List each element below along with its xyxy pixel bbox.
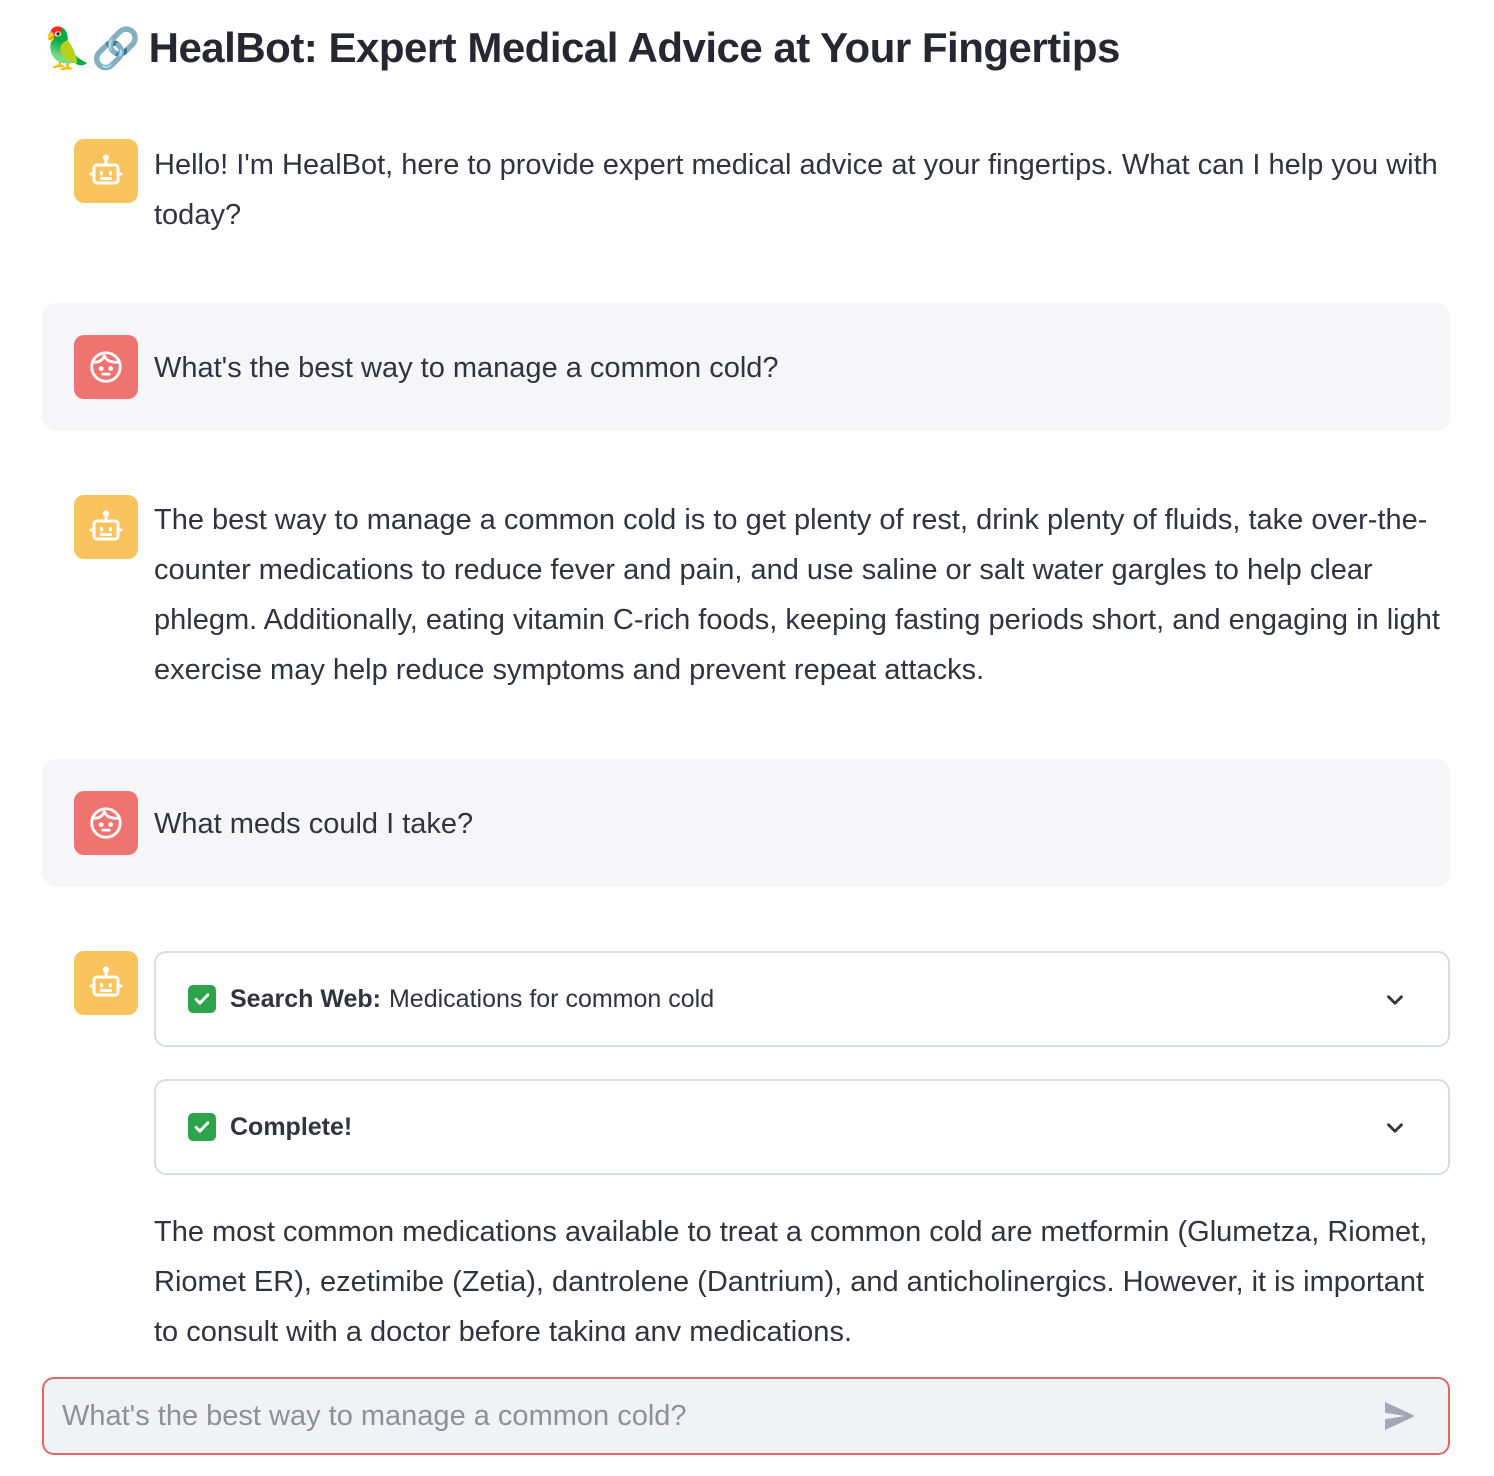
check-icon xyxy=(188,985,216,1013)
assistant-avatar xyxy=(74,495,138,559)
chat-message-assistant: The best way to manage a common cold is … xyxy=(42,478,1450,712)
expander-detail: Medications for common cold xyxy=(388,984,715,1013)
message-text: The best way to manage a common cold is … xyxy=(154,504,1440,686)
message-text: The most common medications available to… xyxy=(154,1216,1428,1341)
chevron-down-icon[interactable] xyxy=(1382,1115,1408,1141)
chat-input[interactable] xyxy=(44,1379,1370,1453)
send-icon xyxy=(1385,1401,1415,1431)
check-icon xyxy=(188,1113,216,1141)
chat-message-user: What's the best way to manage a common c… xyxy=(42,303,1450,431)
page-title: 🦜🔗 HealBot: Expert Medical Advice at You… xyxy=(42,18,1120,78)
chat-message-assistant: Hello! I'm HealBot, here to provide expe… xyxy=(42,122,1450,256)
send-button[interactable] xyxy=(1370,1386,1430,1446)
message-text: Hello! I'm HealBot, here to provide expe… xyxy=(154,149,1438,231)
assistant-avatar xyxy=(74,139,138,203)
chevron-down-icon[interactable] xyxy=(1382,987,1408,1013)
expander-label: Complete! xyxy=(230,1112,353,1141)
robot-icon xyxy=(89,154,123,185)
chat-message-user: What meds could I take? xyxy=(42,759,1450,887)
robot-icon xyxy=(89,966,123,997)
expander-search-web[interactable]: Search Web: Medications for common cold xyxy=(154,951,1450,1047)
parrot-link-emoji: 🦜🔗 xyxy=(42,26,141,71)
chat-input-container xyxy=(42,1377,1450,1455)
user-face-icon xyxy=(90,351,122,383)
page-title-text: HealBot: Expert Medical Advice at Your F… xyxy=(148,24,1121,71)
user-face-icon xyxy=(90,807,122,839)
robot-icon xyxy=(89,510,123,541)
chat-app: 🦜🔗 HealBot: Expert Medical Advice at You… xyxy=(0,0,1494,1476)
message-text: What's the best way to manage a common c… xyxy=(154,352,779,384)
expander-complete[interactable]: Complete! xyxy=(154,1079,1450,1175)
expander-label: Search Web: xyxy=(230,984,381,1013)
message-text: What meds could I take? xyxy=(154,808,474,840)
user-avatar xyxy=(74,791,138,855)
assistant-avatar xyxy=(74,951,138,1015)
user-avatar xyxy=(74,335,138,399)
